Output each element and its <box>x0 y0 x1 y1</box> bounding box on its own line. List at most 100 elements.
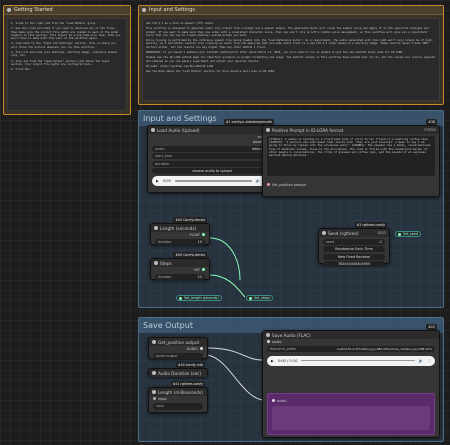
slot-dot-icon[interactable] <box>202 268 205 271</box>
type-badge: STRING <box>424 128 436 132</box>
output-slot-int[interactable]: INT <box>151 267 209 272</box>
node-title: Length (milliseconds) <box>158 389 203 395</box>
node-title: Audio Duration (sec) <box>158 370 202 376</box>
note-header[interactable]: Input and Settings <box>139 6 443 15</box>
slot-dot-icon[interactable] <box>249 296 252 300</box>
preview-node[interactable]: audio <box>267 393 435 435</box>
group-title[interactable]: Input and Settings <box>139 111 443 126</box>
getting-started-note[interactable]: Getting Started 1. Slide to the right an… <box>3 5 131 115</box>
seek-bar[interactable] <box>174 180 252 182</box>
output-slot-float[interactable]: FLOAT <box>151 232 209 237</box>
note-title: Input and Settings <box>149 7 196 13</box>
node-title-bar[interactable]: Get_positive output <box>149 338 207 346</box>
value-display: vecs <box>153 402 203 410</box>
node-title: Positive Prompt in ID-LORA format <box>272 127 344 133</box>
input-slot-audio[interactable]: audio <box>268 398 434 403</box>
randomize-button[interactable]: Randomize Each Time <box>323 246 385 252</box>
number-input[interactable]: Number 10 <box>155 238 205 245</box>
more-icon[interactable]: ⋮ <box>427 359 431 363</box>
node-title-bar[interactable]: Seed (rgthree) SEED <box>319 229 389 237</box>
slot-dot-icon[interactable] <box>398 232 401 236</box>
node-title-bar[interactable]: Load Audio (Upload) <box>148 126 276 134</box>
slot-dot-icon[interactable] <box>267 340 270 343</box>
collapse-dot-icon[interactable] <box>152 340 156 344</box>
set-steps-reroute[interactable]: Set_steps <box>246 295 273 301</box>
collapse-dot-icon[interactable] <box>152 371 156 375</box>
collapse-dot-icon[interactable] <box>7 8 11 12</box>
output-slot-audio[interactable]: AUDIO <box>149 346 207 351</box>
slot-dot-icon[interactable] <box>179 296 182 300</box>
collapse-dot-icon[interactable] <box>154 261 158 265</box>
slot-dot-icon[interactable] <box>202 233 205 236</box>
get-positive-node[interactable]: Get_positive output AUDIO audio output <box>148 337 208 359</box>
save-audio-node[interactable]: #22 Save Audio (FLAC) audio filename_pre… <box>262 324 440 438</box>
node-id-tag: #2 rgthree-comfy <box>354 222 387 228</box>
slot-dot-icon[interactable] <box>153 397 156 400</box>
node-title-bar[interactable]: Length (seconds) <box>151 224 209 232</box>
note-body[interactable]: Use LTX 2.3 as a Text-to-Speech (TTS) mo… <box>142 18 440 101</box>
prompt-textarea[interactable]: [VISUAL]: A woman is talking in a frustr… <box>267 136 435 176</box>
note-line: 6. Click Run. <box>11 68 32 72</box>
note-line: Use the Note above the "Load Models" sec… <box>146 70 276 74</box>
note-body[interactable]: 1. Slide to the right and find the "Load… <box>7 18 127 111</box>
node-title: Get_positive output <box>158 339 200 345</box>
set-length-reroute[interactable]: Set_length (seconds) <box>176 295 222 301</box>
node-title-bar[interactable]: Steps <box>151 259 209 267</box>
player-time: 0:00 / 0:10 <box>277 358 298 363</box>
audio-player[interactable]: ▶ 0:00 / 0:10 🔊 ⋮ <box>267 355 435 366</box>
node-id-tag: #00 ComfyLiterals <box>173 252 207 258</box>
steps-node[interactable]: #00 ComfyLiterals Steps INT Number 20 <box>150 252 210 280</box>
slot-dot-icon[interactable] <box>267 183 270 186</box>
node-title: Load Audio (Upload) <box>157 127 200 133</box>
volume-icon[interactable]: 🔊 <box>419 359 423 363</box>
collapse-dot-icon[interactable] <box>142 8 146 12</box>
volume-icon[interactable]: 🔊 <box>256 179 260 183</box>
play-icon[interactable]: ▶ <box>156 179 159 183</box>
slot-dot-icon[interactable] <box>200 347 203 350</box>
seek-bar[interactable] <box>301 359 415 362</box>
duration-stepper[interactable]: duration0 <box>152 160 272 167</box>
play-icon[interactable]: ▶ <box>271 359 274 363</box>
start-time-stepper[interactable]: start_time0 <box>152 153 272 159</box>
seed-input[interactable]: seed -1 <box>323 238 385 245</box>
filename-prefix-input[interactable]: filename_prefix audio/LTX-2.3/%date:yyyy-… <box>267 345 435 352</box>
input-combo[interactable]: audio output <box>153 352 203 359</box>
note-line: Please use the ID-LoRA github page for i… <box>146 56 437 63</box>
node-title-bar[interactable]: Save Audio (FLAC) <box>263 331 439 339</box>
node-title-bar[interactable]: Audio Duration (sec) <box>149 369 207 377</box>
note-header[interactable]: Getting Started <box>4 6 130 15</box>
set-positive-reroute[interactable]: Set_positive prompt <box>263 182 439 187</box>
collapse-dot-icon[interactable] <box>152 390 156 394</box>
note-line: 1. Slide to the right and find the "Load… <box>11 22 97 25</box>
set-seed-reroute[interactable]: Set_seed <box>395 231 421 237</box>
number-input[interactable]: Number 20 <box>155 273 205 280</box>
collapse-dot-icon[interactable] <box>151 128 155 132</box>
collapse-dot-icon[interactable] <box>322 231 326 235</box>
collapse-dot-icon[interactable] <box>154 226 158 230</box>
load-audio-node[interactable]: #1 comfyui-videohelpersuite Load Audio (… <box>147 119 277 193</box>
last-seed-button[interactable]: 782044440404905 <box>323 261 385 267</box>
audio-player[interactable]: ▶ 0:00 🔊 ⋮ <box>152 176 272 186</box>
collapse-dot-icon[interactable] <box>266 333 270 337</box>
seed-node[interactable]: #2 rgthree-comfy Seed (rgthree) SEED see… <box>318 222 390 267</box>
node-title-bar[interactable]: Length (milliseconds) <box>149 388 207 396</box>
preview-area <box>272 406 430 430</box>
slot-dot-icon[interactable] <box>272 399 275 402</box>
new-fixed-random-button[interactable]: New Fixed Random <box>323 253 385 260</box>
length-ms-node[interactable]: #41 rgthree-comfy Length (milliseconds) … <box>148 381 208 413</box>
note-title: Getting Started <box>14 7 53 13</box>
input-slot[interactable]: input <box>149 396 207 401</box>
node-title-bar[interactable]: Positive Prompt in ID-LORA format STRING <box>263 126 439 134</box>
length-seconds-node[interactable]: #00 ComfyLiterals Length (seconds) FLOAT… <box>150 217 210 245</box>
audio-file-combo[interactable]: audio mtec.mp3 <box>152 145 272 152</box>
input-slot-audio[interactable]: audio <box>263 339 439 344</box>
input-settings-note[interactable]: Input and Settings Use LTX 2.3 as a Text… <box>138 5 444 105</box>
note-line: 5. Scan and find the "Save Output" secti… <box>11 59 111 66</box>
workflow-canvas[interactable]: Getting Started 1. Slide to the right an… <box>0 0 450 445</box>
collapse-dot-icon[interactable] <box>266 128 270 132</box>
node-title: Length (seconds) <box>160 225 197 231</box>
positive-prompt-node[interactable]: #38 Positive Prompt in ID-LORA format ST… <box>262 119 440 197</box>
audio-duration-node[interactable]: #40 comfy-mtb Audio Duration (sec) <box>148 362 208 377</box>
choose-audio-button[interactable]: choose audio to upload <box>152 168 272 174</box>
output-slot-duration[interactable]: duration <box>148 139 276 144</box>
